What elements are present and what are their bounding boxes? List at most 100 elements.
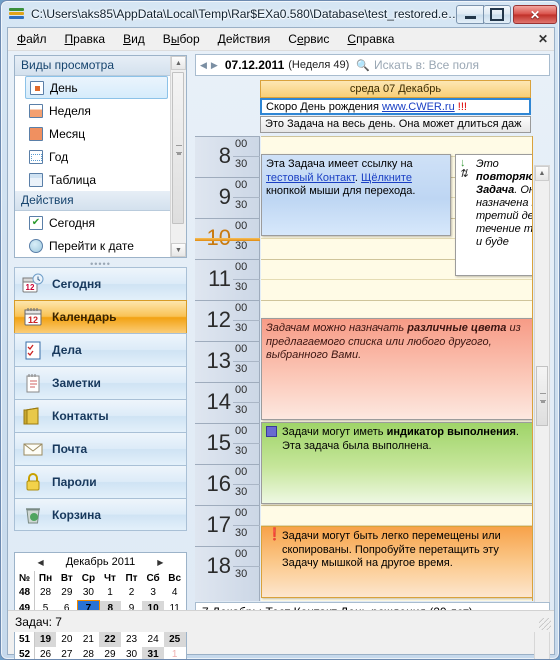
mini-calendar-day[interactable]: 27 bbox=[56, 647, 78, 659]
time-slot-8[interactable]: 8 00 30 bbox=[195, 136, 260, 177]
event-colors[interactable]: Задачам можно назначать различные цвета … bbox=[261, 318, 532, 420]
all-day-event-task[interactable]: Это Задача на весь день. Она может длить… bbox=[260, 116, 531, 133]
time-slot-10[interactable]: 100030 bbox=[195, 218, 260, 259]
event-body: Задачам можно назначать различные цвета … bbox=[262, 319, 532, 365]
mini-calendar-day[interactable]: 29 bbox=[99, 647, 121, 659]
cwer-link[interactable]: www.CWER.ru bbox=[382, 101, 455, 113]
nav-button-recycle-bin[interactable]: Корзина bbox=[14, 498, 187, 531]
mini-calendar-day[interactable]: 29 bbox=[56, 585, 78, 601]
mini-calendar-day[interactable]: 22 bbox=[99, 632, 121, 647]
nav-button-today[interactable]: 12 Сегодня bbox=[14, 267, 187, 300]
maximize-button[interactable] bbox=[483, 5, 511, 24]
action-item-today[interactable]: Сегодня bbox=[15, 211, 170, 234]
menu-item-actions[interactable]: Действия bbox=[209, 29, 280, 49]
calendar-scrollbar-thumb[interactable] bbox=[536, 366, 548, 426]
menu-close-icon[interactable]: ✕ bbox=[538, 32, 548, 46]
mini-calendar-day[interactable]: 24 bbox=[142, 632, 164, 647]
mini-calendar-day[interactable]: 21 bbox=[78, 632, 100, 647]
nav-button-mail[interactable]: Почта bbox=[14, 432, 187, 465]
time-slot-17[interactable]: 17 00 30 bbox=[195, 505, 260, 546]
nav-button-contacts[interactable]: Контакты bbox=[14, 399, 187, 432]
time-slot-9[interactable]: 9 00 30 bbox=[195, 177, 260, 218]
close-button[interactable]: ✕ bbox=[513, 5, 557, 24]
minimize-button[interactable] bbox=[456, 5, 484, 24]
menu-item-help[interactable]: Справка bbox=[338, 29, 403, 49]
nav-button-notes[interactable]: Заметки bbox=[14, 366, 187, 399]
mini-calendar-day[interactable]: 1 bbox=[99, 585, 121, 601]
half-hour-separator bbox=[233, 279, 260, 280]
click-link[interactable]: Щёлкните bbox=[361, 172, 412, 184]
view-item-table[interactable]: Таблица bbox=[15, 168, 170, 191]
prev-day-button[interactable]: ◀ bbox=[200, 60, 207, 71]
mini-calendar-week-number[interactable]: 51 bbox=[15, 632, 35, 647]
scroll-up-icon[interactable]: ▲ bbox=[171, 56, 186, 70]
event-contact-link[interactable]: Эта Задача имеет ссылку на тестовый Конт… bbox=[261, 154, 451, 236]
views-scrollbar-thumb[interactable] bbox=[172, 72, 184, 224]
hour-separator bbox=[195, 423, 260, 424]
event-recurring-task[interactable]: ↓ ⇅ Это повторяющаяся Задача. Она назнач… bbox=[455, 154, 532, 276]
calendar-scrollbar[interactable]: ▲ ▼ bbox=[534, 165, 550, 659]
mini-calendar-day[interactable]: 30 bbox=[121, 647, 143, 659]
nav-button-tasks[interactable]: Дела bbox=[14, 333, 187, 366]
mini-calendar-day[interactable]: 23 bbox=[121, 632, 143, 647]
mini-calendar-next-button[interactable]: ▶ bbox=[157, 558, 163, 567]
minute-label-30: 30 bbox=[235, 158, 248, 170]
mini-calendar-day[interactable]: 4 bbox=[164, 585, 186, 601]
all-day-event-birthday[interactable]: Скоро День рождения www.CWER.ru !!! bbox=[260, 98, 531, 115]
mini-calendar-day[interactable]: 31 bbox=[142, 647, 164, 659]
next-day-button[interactable]: ▶ bbox=[211, 60, 218, 71]
mini-calendar-day[interactable]: 26 bbox=[35, 647, 57, 659]
time-slot-14[interactable]: 14 00 30 bbox=[195, 382, 260, 423]
mini-calendar-day[interactable]: 20 bbox=[56, 632, 78, 647]
time-slot-15[interactable]: 15 00 30 bbox=[195, 423, 260, 464]
contact-link[interactable]: тестовый Контакт bbox=[266, 172, 355, 184]
menu-item-file[interactable]: Файл bbox=[8, 29, 56, 49]
mini-calendar-day[interactable]: 3 bbox=[142, 585, 164, 601]
views-scrollbar[interactable]: ▲ ▼ bbox=[170, 56, 186, 257]
search-input[interactable]: Искать в: Все поля bbox=[374, 58, 479, 72]
view-item-year[interactable]: Год bbox=[15, 145, 170, 168]
menu-item-service[interactable]: Сервис bbox=[279, 29, 338, 49]
hour-label: 15 bbox=[206, 430, 231, 455]
mini-calendar-day[interactable]: 2 bbox=[121, 585, 143, 601]
today-check-icon bbox=[29, 215, 43, 230]
event-drag-drop[interactable]: ❗ Задачи могут быть легко перемещены или… bbox=[261, 526, 532, 598]
nav-button-label: Пароли bbox=[52, 475, 97, 489]
grid-line-hour bbox=[261, 505, 532, 506]
tasks-icon bbox=[22, 339, 44, 361]
svg-text:12: 12 bbox=[28, 315, 38, 325]
resize-grip-icon[interactable] bbox=[539, 618, 551, 630]
day-column[interactable]: Эта Задача имеет ссылку на тестовый Конт… bbox=[261, 136, 533, 601]
nav-button-calendar[interactable]: 12 Календарь bbox=[14, 300, 187, 333]
mini-calendar-week-number[interactable]: 52 bbox=[15, 647, 35, 659]
mini-calendar-day[interactable]: 28 bbox=[35, 585, 57, 601]
view-item-week[interactable]: Неделя bbox=[15, 99, 170, 122]
action-item-goto-date[interactable]: Перейти к дате bbox=[15, 234, 170, 257]
goto-date-icon bbox=[29, 238, 43, 253]
menu-item-select[interactable]: Выбор bbox=[154, 29, 209, 49]
mini-calendar-week-number[interactable]: 48 bbox=[15, 585, 35, 601]
sidebar: Виды просмотра День Неделя Месяц Год Таб… bbox=[8, 51, 193, 659]
view-item-day[interactable]: День bbox=[25, 76, 168, 99]
time-slot-16[interactable]: 16 00 30 bbox=[195, 464, 260, 505]
scroll-up-icon[interactable]: ▲ bbox=[535, 166, 549, 181]
time-slot-12[interactable]: 12 00 30 bbox=[195, 300, 260, 341]
scroll-down-icon[interactable]: ▼ bbox=[171, 243, 186, 257]
time-slot-18[interactable]: 18 00 30 bbox=[195, 546, 260, 587]
minute-label-30: 30 bbox=[235, 240, 248, 252]
time-slot-13[interactable]: 13 00 30 bbox=[195, 341, 260, 382]
mini-calendar-day[interactable]: 25 bbox=[163, 632, 186, 647]
mini-calendar-day[interactable]: 30 bbox=[78, 585, 100, 601]
mini-calendar-day[interactable]: 28 bbox=[78, 647, 100, 659]
search-icon[interactable]: 🔍 bbox=[356, 59, 370, 72]
view-item-month[interactable]: Месяц bbox=[15, 122, 170, 145]
mini-calendar-prev-button[interactable]: ◀ bbox=[38, 558, 44, 567]
view-item-label: Таблица bbox=[49, 172, 97, 187]
nav-button-passwords[interactable]: Пароли bbox=[14, 465, 187, 498]
menu-item-view[interactable]: Вид bbox=[114, 29, 154, 49]
mini-calendar-day[interactable]: 1 bbox=[164, 647, 186, 659]
menu-item-edit[interactable]: Правка bbox=[56, 29, 115, 49]
time-slot-11[interactable]: 11 00 30 bbox=[195, 259, 260, 300]
event-progress[interactable]: Задачи могут иметь индикатор выполнения.… bbox=[261, 422, 532, 504]
mini-calendar-day[interactable]: 19 bbox=[34, 632, 57, 647]
